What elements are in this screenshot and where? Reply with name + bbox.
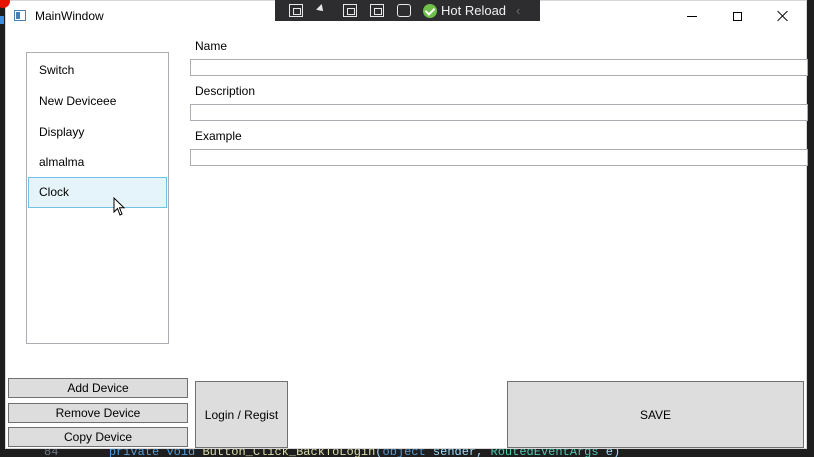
list-item-label: Clock: [39, 185, 70, 199]
hot-reload-label[interactable]: Hot Reload: [441, 3, 506, 18]
main-window: MainWindow Switch New Deviceee Displayy …: [5, 0, 808, 449]
list-item-label: almalma: [39, 155, 85, 169]
layout-adorner-icon[interactable]: [343, 4, 357, 17]
track-focus-icon[interactable]: [370, 4, 384, 17]
name-label: Name: [195, 39, 228, 53]
list-item-displayy[interactable]: Displayy: [28, 117, 167, 148]
list-item-almalma[interactable]: almalma: [28, 147, 167, 178]
device-list[interactable]: Switch New Deviceee Displayy almalma Clo…: [26, 52, 169, 344]
select-element-icon[interactable]: [289, 4, 303, 17]
window-title: MainWindow: [35, 9, 104, 23]
login-regist-button[interactable]: Login / Regist: [195, 381, 288, 448]
maximize-button[interactable]: [715, 1, 759, 31]
minimize-icon: [687, 15, 697, 17]
list-item-label: Displayy: [39, 125, 85, 139]
close-button[interactable]: [761, 1, 805, 31]
name-field[interactable]: [190, 59, 808, 76]
debug-toolbar: Hot Reload ‹: [275, 0, 540, 21]
mouse-pointer-icon: [113, 197, 126, 216]
hot-reload-settings-icon[interactable]: [397, 4, 411, 17]
example-field[interactable]: [190, 149, 808, 166]
window-app-icon: [14, 10, 26, 21]
list-item-label: Switch: [39, 63, 75, 77]
list-item-label: New Deviceee: [39, 94, 117, 108]
close-icon: [777, 10, 789, 22]
copy-device-button[interactable]: Copy Device: [8, 427, 188, 447]
minimize-button[interactable]: [670, 1, 714, 31]
list-item-switch[interactable]: Switch: [28, 55, 167, 86]
example-label: Example: [195, 129, 242, 143]
hot-reload-check-icon: [423, 3, 437, 18]
editor-gutter-mark: [0, 16, 4, 24]
pointer-icon[interactable]: [316, 4, 330, 17]
list-item-new-deviceee[interactable]: New Deviceee: [28, 86, 167, 117]
description-field[interactable]: [190, 104, 808, 121]
collapse-chevron-icon[interactable]: ‹: [516, 3, 520, 18]
save-button[interactable]: SAVE: [507, 381, 804, 448]
list-item-clock[interactable]: Clock: [28, 177, 167, 208]
add-device-button[interactable]: Add Device: [8, 378, 188, 398]
remove-device-button[interactable]: Remove Device: [8, 403, 188, 423]
description-label: Description: [195, 84, 256, 98]
maximize-icon: [732, 11, 742, 21]
